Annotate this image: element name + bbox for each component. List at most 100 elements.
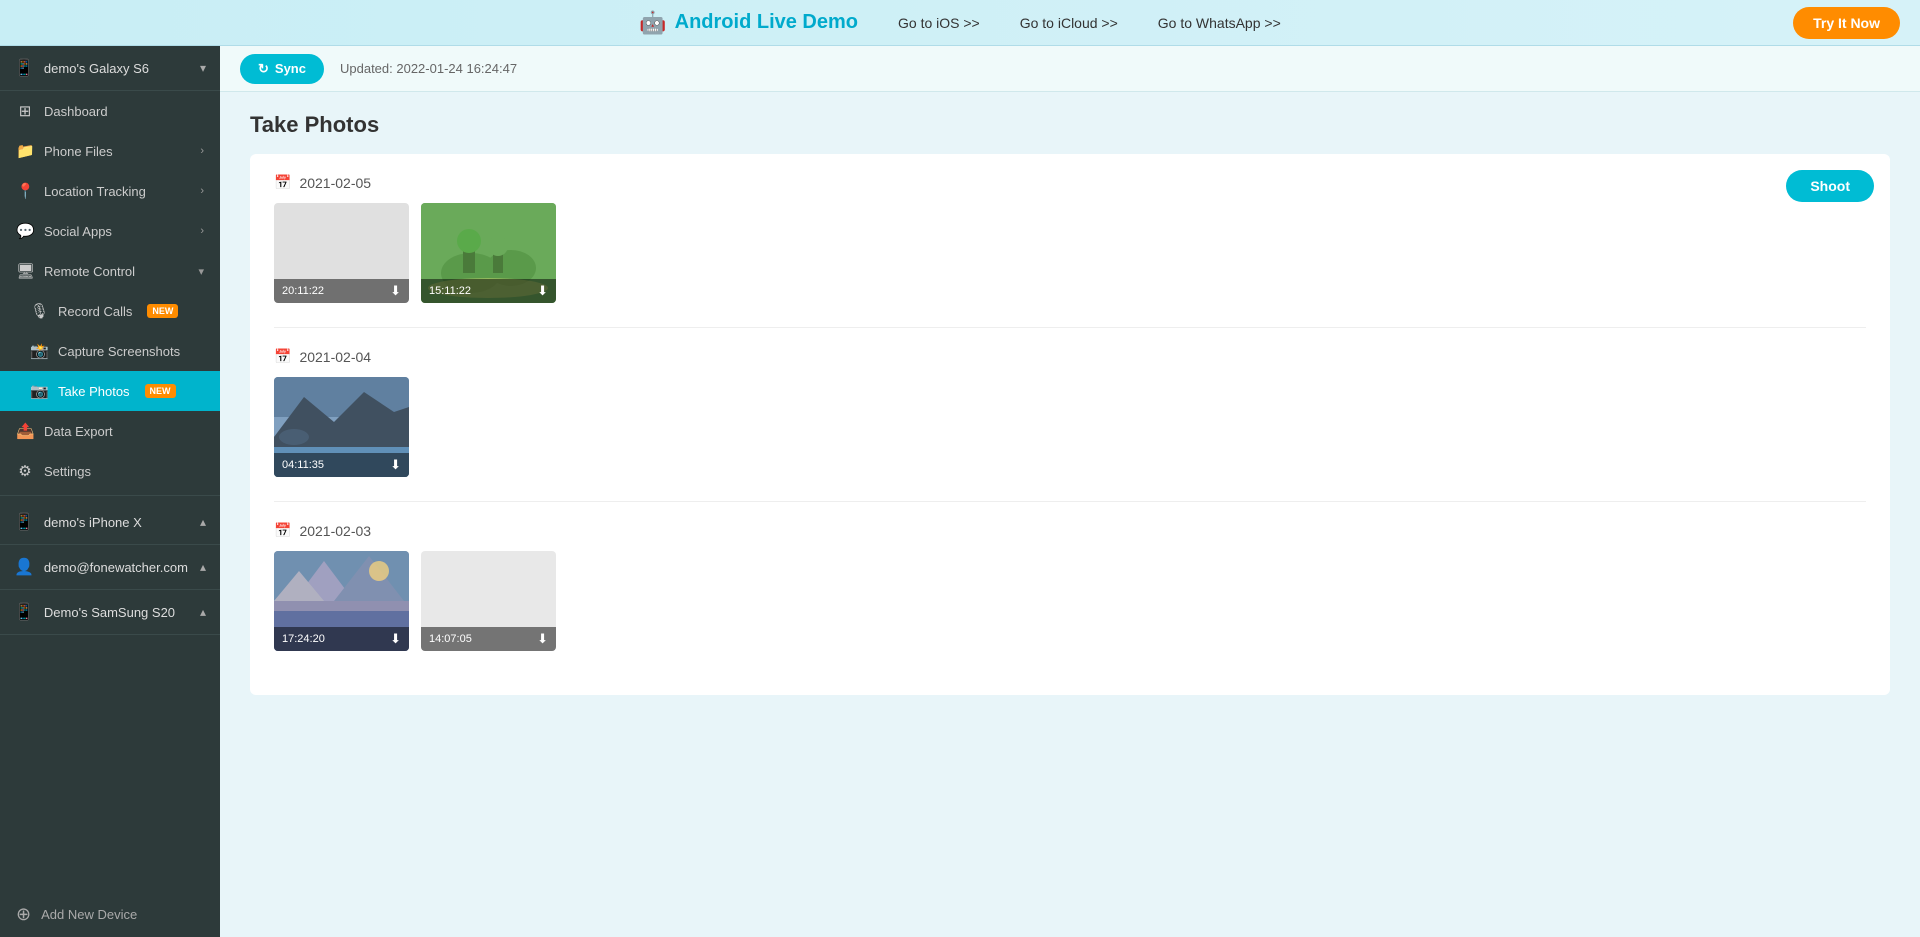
photo-thumb[interactable]: 04:11:35 ⬇ — [274, 377, 409, 477]
new-badge: NEW — [145, 384, 176, 398]
add-device-button[interactable]: ⊕ Add New Device — [0, 892, 220, 937]
chevron-down-icon: ▾ — [200, 61, 206, 75]
chat-icon: 💬 — [16, 222, 34, 240]
download-icon[interactable]: ⬇ — [390, 283, 401, 299]
sidebar-item-dashboard[interactable]: ⊞ Dashboard — [0, 91, 220, 131]
photo-overlay: 17:24:20 ⬇ — [274, 627, 409, 651]
sidebar-item-label: Phone Files — [44, 144, 113, 159]
device-icon: 📱 — [14, 512, 34, 532]
export-icon: 📤 — [16, 422, 34, 440]
brand-label: Android Live Demo — [675, 11, 858, 34]
plus-icon: ⊕ — [16, 904, 31, 925]
page-content: Take Photos Shoot 📅 2021-02-05 20:11:22 … — [220, 92, 1920, 937]
device-icon: 📱 — [14, 602, 34, 622]
chevron-up-icon: ▴ — [200, 515, 206, 529]
date-section-2: 📅 2021-02-04 — [274, 348, 1866, 477]
sync-btn-label: Sync — [275, 61, 306, 76]
download-icon[interactable]: ⬇ — [390, 631, 401, 647]
chevron-right-icon: › — [200, 225, 204, 237]
sidebar-item-label: Social Apps — [44, 224, 112, 239]
sidebar-item-label: Capture Screenshots — [58, 344, 180, 359]
chevron-right-icon: › — [200, 145, 204, 157]
divider — [0, 495, 220, 496]
sidebar-item-settings[interactable]: ⚙ Settings — [0, 451, 220, 491]
photo-overlay: 14:07:05 ⬇ — [421, 627, 556, 651]
device-galaxy-s6[interactable]: 📱 demo's Galaxy S6 ▾ — [0, 46, 220, 91]
device-name: demo@fonewatcher.com — [44, 560, 188, 575]
date-label-1: 📅 2021-02-05 — [274, 174, 1866, 191]
download-icon[interactable]: ⬇ — [537, 631, 548, 647]
sidebar-item-phone-files[interactable]: 📁 Phone Files › — [0, 131, 220, 171]
sidebar-item-record-calls[interactable]: 🎙 Record Calls NEW — [0, 291, 220, 331]
sidebar-item-label: Take Photos — [58, 384, 130, 399]
photos-row-1: 20:11:22 ⬇ — [274, 203, 1866, 303]
photo-thumb[interactable]: 15:11:22 ⬇ — [421, 203, 556, 303]
date-text-3: 2021-02-03 — [299, 523, 371, 539]
device-icon: 📱 — [14, 58, 34, 78]
sidebar-item-label: Remote Control — [44, 264, 135, 279]
photo-overlay: 04:11:35 ⬇ — [274, 453, 409, 477]
microphone-icon: 🎙 — [30, 302, 48, 320]
sidebar-item-label: Record Calls — [58, 304, 132, 319]
download-icon[interactable]: ⬇ — [537, 283, 548, 299]
nav-link-icloud[interactable]: Go to iCloud >> — [1020, 15, 1118, 31]
device-name: demo's iPhone X — [44, 515, 142, 530]
sidebar-item-data-export[interactable]: 📤 Data Export — [0, 411, 220, 451]
try-it-now-button[interactable]: Try It Now — [1793, 7, 1900, 39]
photo-time: 15:11:22 — [429, 285, 471, 297]
photo-time: 14:07:05 — [429, 633, 472, 645]
chevron-up-icon: ▴ — [200, 560, 206, 574]
device-name: demo's Galaxy S6 — [44, 61, 149, 76]
photo-thumb[interactable]: 17:24:20 ⬇ — [274, 551, 409, 651]
brand: 🤖 Android Live Demo — [639, 10, 858, 36]
device-iphone-x[interactable]: 📱 demo's iPhone X ▴ — [0, 500, 220, 545]
photos-row-3: 17:24:20 ⬇ 14:07:05 ⬇ — [274, 551, 1866, 651]
top-header: 🤖 Android Live Demo Go to iOS >> Go to i… — [0, 0, 1920, 46]
sidebar-item-label: Dashboard — [44, 104, 108, 119]
device-samsung-s20[interactable]: 📱 Demo's SamSung S20 ▴ — [0, 590, 220, 635]
sidebar: 📱 demo's Galaxy S6 ▾ ⊞ Dashboard 📁 Phone… — [0, 46, 220, 937]
chevron-right-icon: › — [200, 185, 204, 197]
camera-icon: 📷 — [30, 382, 48, 400]
date-label-3: 📅 2021-02-03 — [274, 522, 1866, 539]
photo-time: 17:24:20 — [282, 633, 325, 645]
sidebar-item-remote-control[interactable]: 🖥 Remote Control ▾ — [0, 251, 220, 291]
photo-overlay: 20:11:22 ⬇ — [274, 279, 409, 303]
add-device-label: Add New Device — [41, 907, 137, 922]
updated-text: Updated: 2022-01-24 16:24:47 — [340, 61, 517, 76]
date-text-2: 2021-02-04 — [299, 349, 371, 365]
android-icon: 🤖 — [639, 10, 666, 36]
sidebar-item-take-photos[interactable]: 📷 Take Photos NEW — [0, 371, 220, 411]
photo-panel: Shoot 📅 2021-02-05 20:11:22 ⬇ — [250, 154, 1890, 695]
remote-icon: 🖥 — [16, 262, 34, 280]
chevron-down-icon: ▾ — [198, 265, 204, 278]
calendar-icon: 📅 — [274, 522, 291, 539]
calendar-icon: 📅 — [274, 348, 291, 365]
date-label-2: 📅 2021-02-04 — [274, 348, 1866, 365]
page-title: Take Photos — [250, 112, 1890, 138]
screenshot-icon: 📸 — [30, 342, 48, 360]
photo-thumb[interactable]: 20:11:22 ⬇ — [274, 203, 409, 303]
download-icon[interactable]: ⬇ — [390, 457, 401, 473]
settings-icon: ⚙ — [16, 462, 34, 480]
device-account[interactable]: 👤 demo@fonewatcher.com ▴ — [0, 545, 220, 590]
sync-button[interactable]: ↻ Sync — [240, 54, 324, 84]
sidebar-item-location-tracking[interactable]: 📍 Location Tracking › — [0, 171, 220, 211]
photo-thumb[interactable]: 14:07:05 ⬇ — [421, 551, 556, 651]
location-icon: 📍 — [16, 182, 34, 200]
new-badge: NEW — [147, 304, 178, 318]
date-text-1: 2021-02-05 — [299, 175, 371, 191]
date-section-3: 📅 2021-02-03 — [274, 522, 1866, 651]
nav-link-whatsapp[interactable]: Go to WhatsApp >> — [1158, 15, 1281, 31]
photos-row-2: 04:11:35 ⬇ — [274, 377, 1866, 477]
sync-icon: ↻ — [258, 61, 269, 77]
sidebar-item-capture-screenshots[interactable]: 📸 Capture Screenshots — [0, 331, 220, 371]
shoot-button[interactable]: Shoot — [1786, 170, 1874, 202]
photo-overlay: 15:11:22 ⬇ — [421, 279, 556, 303]
nav-link-ios[interactable]: Go to iOS >> — [898, 15, 980, 31]
sidebar-item-social-apps[interactable]: 💬 Social Apps › — [0, 211, 220, 251]
content-area: ↻ Sync Updated: 2022-01-24 16:24:47 Take… — [220, 46, 1920, 937]
divider — [274, 501, 1866, 502]
photo-time: 20:11:22 — [282, 285, 324, 297]
sidebar-item-label: Location Tracking — [44, 184, 146, 199]
